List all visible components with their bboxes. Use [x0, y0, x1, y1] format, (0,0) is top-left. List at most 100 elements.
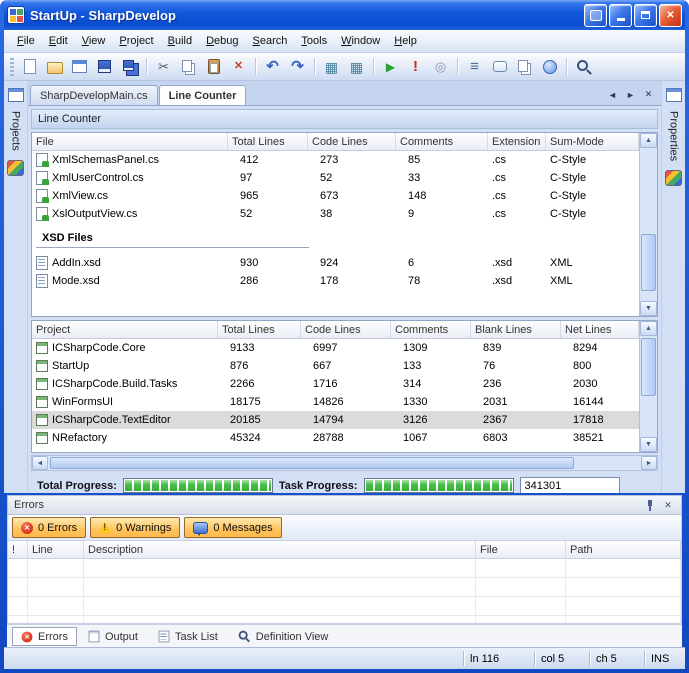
pin-button[interactable] [643, 498, 657, 512]
project-row[interactable]: ICSharpCode.Build.Tasks 2266 1716 314 23… [32, 375, 639, 393]
col-file[interactable]: File [476, 541, 566, 558]
task-list-button[interactable] [462, 55, 487, 78]
col-net-lines[interactable]: Net Lines [561, 321, 639, 338]
errors-filter-button[interactable]: 0 Errors [12, 517, 86, 538]
scroll-up-icon[interactable]: ▲ [640, 133, 657, 148]
uncomment-region-button[interactable] [344, 55, 369, 78]
col-severity[interactable]: ! [8, 541, 28, 558]
save-as-button[interactable] [67, 55, 92, 78]
menu-help[interactable]: Help [387, 32, 424, 50]
close-button[interactable]: ✕ [659, 4, 682, 27]
sidebar-tab-properties[interactable]: Properties [668, 111, 680, 161]
project-row[interactable]: NRefactory 45324 28788 1067 6803 38521 [32, 429, 639, 447]
minimize-button[interactable] [609, 4, 632, 27]
col-line[interactable]: Line [28, 541, 84, 558]
project-row-clipped[interactable] [32, 447, 639, 452]
save-button[interactable] [92, 55, 117, 78]
col-description[interactable]: Description [84, 541, 476, 558]
tab-output[interactable]: Output [79, 627, 147, 646]
tools-icon[interactable] [7, 160, 24, 176]
project-row[interactable]: ICSharpCode.TextEditor 20185 14794 3126 … [32, 411, 639, 429]
menu-build[interactable]: Build [161, 32, 199, 50]
project-row[interactable]: WinFormsUI 18175 14826 1330 2031 16144 [32, 393, 639, 411]
messages-filter-button[interactable]: 0 Messages [184, 517, 281, 538]
menu-search[interactable]: Search [246, 32, 295, 50]
scroll-thumb[interactable] [641, 234, 656, 291]
paste-button[interactable] [201, 55, 226, 78]
open-file-button[interactable] [42, 55, 67, 78]
col-sum-mode[interactable]: Sum-Mode [546, 133, 639, 150]
file-row[interactable]: XmlView.cs 965 673 148 .cs C-Style [32, 187, 639, 205]
project-explorer-icon[interactable] [8, 88, 24, 102]
project-row[interactable]: StartUp 876 667 133 76 800 [32, 357, 639, 375]
undo-button[interactable] [260, 55, 285, 78]
col-total-lines[interactable]: Total Lines [218, 321, 301, 338]
resources-icon[interactable] [665, 170, 682, 186]
toolbar-grip[interactable] [10, 58, 14, 76]
file-row[interactable]: XmlSchemasPanel.cs 412 273 85 .cs C-Styl… [32, 151, 639, 169]
files-vertical-scrollbar[interactable]: ▲ ▼ [639, 133, 657, 316]
menu-window[interactable]: Window [334, 32, 387, 50]
file-row[interactable]: Mode.xsd 286 178 78 .xsd XML [32, 272, 639, 290]
scroll-right-icon[interactable]: ► [641, 456, 657, 470]
col-comments[interactable]: Comments [396, 133, 488, 150]
cut-button[interactable] [151, 55, 176, 78]
col-code-lines[interactable]: Code Lines [308, 133, 396, 150]
file-row[interactable]: XslOutputView.cs 52 38 9 .cs C-Style [32, 205, 639, 223]
menu-tools[interactable]: Tools [294, 32, 334, 50]
tab-errors[interactable]: Errors [12, 627, 77, 646]
file-row[interactable]: XmlUserControl.cs 97 52 33 .cs C-Style [32, 169, 639, 187]
menu-project[interactable]: Project [112, 32, 160, 50]
close-tab-icon[interactable]: ✕ [641, 87, 656, 102]
abort-button[interactable] [403, 55, 428, 78]
message-view-button[interactable] [487, 55, 512, 78]
scroll-thumb[interactable] [50, 457, 574, 469]
scroll-track[interactable] [48, 456, 641, 470]
maximize-button[interactable] [634, 4, 657, 27]
col-project[interactable]: Project [32, 321, 218, 338]
scroll-track[interactable] [640, 336, 657, 437]
back-icon[interactable]: ◄ [605, 87, 620, 102]
col-path[interactable]: Path [566, 541, 681, 558]
tab-sharpdevelopmain-cs[interactable]: SharpDevelopMain.cs [30, 85, 158, 105]
new-file-button[interactable] [17, 55, 42, 78]
col-extension[interactable]: Extension [488, 133, 546, 150]
forward-icon[interactable]: ► [623, 87, 638, 102]
run-button[interactable] [378, 55, 403, 78]
menu-file[interactable]: File [10, 32, 42, 50]
toggle-breakpoint-button[interactable] [428, 55, 453, 78]
tab-line-counter[interactable]: Line Counter [159, 85, 247, 105]
col-total-lines[interactable]: Total Lines [228, 133, 308, 150]
horizontal-scrollbar[interactable]: ◄ ► [31, 455, 658, 471]
search-button[interactable] [571, 55, 596, 78]
scroll-thumb[interactable] [641, 338, 656, 396]
projects-vertical-scrollbar[interactable]: ▲ ▼ [639, 321, 657, 452]
scroll-left-icon[interactable]: ◄ [32, 456, 48, 470]
properties-grid-icon[interactable] [666, 88, 682, 102]
save-all-button[interactable] [117, 55, 142, 78]
menu-debug[interactable]: Debug [199, 32, 245, 50]
warnings-filter-button[interactable]: 0 Warnings [90, 517, 180, 538]
menu-edit[interactable]: Edit [42, 32, 75, 50]
file-row[interactable]: AddIn.xsd 930 924 6 .xsd XML [32, 254, 639, 272]
scroll-down-icon[interactable]: ▼ [640, 301, 657, 316]
col-code-lines[interactable]: Code Lines [301, 321, 391, 338]
redo-button[interactable] [285, 55, 310, 78]
web-browser-button[interactable] [537, 55, 562, 78]
menu-view[interactable]: View [75, 32, 113, 50]
tab-task-list[interactable]: Task List [149, 627, 227, 646]
scroll-down-icon[interactable]: ▼ [640, 437, 657, 452]
delete-button[interactable] [226, 55, 251, 78]
col-blank-lines[interactable]: Blank Lines [471, 321, 561, 338]
scroll-track[interactable] [640, 148, 657, 301]
scroll-up-icon[interactable]: ▲ [640, 321, 657, 336]
tab-definition-view[interactable]: Definition View [229, 627, 338, 646]
col-comments[interactable]: Comments [391, 321, 471, 338]
window-menu-button[interactable] [584, 4, 607, 27]
project-row[interactable]: ICSharpCode.Core 9133 6997 1309 839 8294 [32, 339, 639, 357]
comment-region-button[interactable] [319, 55, 344, 78]
class-view-button[interactable] [512, 55, 537, 78]
close-panel-button[interactable]: ✕ [661, 498, 675, 512]
copy-button[interactable] [176, 55, 201, 78]
col-file[interactable]: File [32, 133, 228, 150]
